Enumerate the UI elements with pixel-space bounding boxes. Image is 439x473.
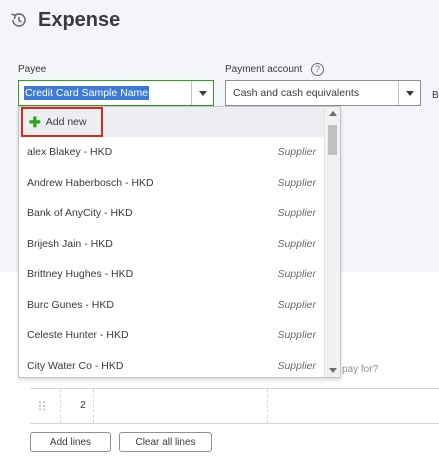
payment-account-dropdown-button[interactable] — [398, 81, 420, 105]
list-item[interactable]: City Water Co - HKD Supplier — [19, 351, 324, 378]
plus-icon: ✚ — [29, 114, 41, 130]
balance-label-partial: Ba — [432, 90, 439, 101]
list-item[interactable]: Brittney Hughes - HKD Supplier — [19, 259, 324, 290]
item-name: Burc Gunes - HKD — [27, 298, 114, 311]
item-type: Supplier — [277, 146, 316, 159]
list-item[interactable]: Brijesh Jain - HKD Supplier — [19, 229, 324, 260]
column-divider — [267, 389, 268, 423]
payment-account-value: Cash and cash equivalents — [233, 87, 360, 99]
page-header: Expense — [8, 6, 120, 34]
item-name: Brittney Hughes - HKD — [27, 268, 134, 281]
drag-handle-icon[interactable] — [38, 401, 46, 411]
list-item[interactable]: Bank of AnyCity - HKD Supplier — [19, 198, 324, 229]
item-type: Supplier — [277, 329, 316, 342]
item-name: City Water Co - HKD — [27, 359, 124, 372]
item-type: Supplier — [277, 176, 316, 189]
add-lines-button[interactable]: Add lines — [30, 432, 111, 452]
list-item[interactable]: alex Blakey - HKD Supplier — [19, 137, 324, 168]
column-divider — [60, 389, 61, 423]
payment-account-select[interactable]: Cash and cash equivalents — [225, 80, 421, 106]
item-type: Supplier — [277, 298, 316, 311]
item-name: alex Blakey - HKD — [27, 146, 113, 159]
payee-combobox[interactable]: Credit Card Sample Name — [18, 80, 214, 106]
column-divider — [93, 389, 94, 423]
payee-label: Payee — [18, 64, 47, 75]
scroll-up-icon[interactable] — [329, 111, 337, 116]
payee-input-value[interactable]: Credit Card Sample Name — [24, 86, 150, 100]
list-item[interactable]: Burc Gunes - HKD Supplier — [19, 290, 324, 321]
scroll-down-icon[interactable] — [329, 368, 337, 373]
payment-account-label: Payment account — [225, 64, 303, 75]
add-new-option[interactable]: ✚ Add new — [19, 107, 324, 137]
add-new-label: Add new — [45, 116, 87, 128]
supplier-list: alex Blakey - HKD Supplier Andrew Haberb… — [19, 137, 324, 378]
scrollbar-thumb[interactable] — [328, 125, 337, 155]
chevron-down-icon — [198, 90, 207, 96]
table-row[interactable]: 2 — [30, 389, 439, 423]
item-name: Andrew Haberbosch - HKD — [27, 176, 154, 189]
payee-dropdown-button[interactable] — [191, 81, 213, 105]
table-divider — [30, 423, 439, 424]
list-item[interactable]: Celeste Hunter - HKD Supplier — [19, 320, 324, 351]
item-name: Celeste Hunter - HKD — [27, 329, 129, 342]
row-number: 2 — [80, 399, 86, 411]
item-type: Supplier — [277, 207, 316, 220]
background-column-hint: pay for? — [342, 364, 379, 375]
item-type: Supplier — [277, 268, 316, 281]
dropdown-scrollbar[interactable] — [324, 107, 340, 377]
item-type: Supplier — [277, 237, 316, 250]
payee-dropdown-list[interactable]: ✚ Add new alex Blakey - HKD Supplier And… — [18, 106, 341, 378]
chevron-down-icon — [405, 90, 414, 96]
list-item[interactable]: Andrew Haberbosch - HKD Supplier — [19, 168, 324, 199]
item-type: Supplier — [277, 359, 316, 372]
add-new-highlight[interactable]: ✚ Add new — [21, 107, 103, 137]
history-icon[interactable] — [8, 9, 30, 31]
item-name: Bank of AnyCity - HKD — [27, 207, 133, 220]
item-name: Brijesh Jain - HKD — [27, 237, 113, 250]
clear-all-lines-button[interactable]: Clear all lines — [119, 432, 212, 452]
page-title: Expense — [38, 8, 121, 31]
help-icon[interactable]: ? — [311, 63, 324, 76]
